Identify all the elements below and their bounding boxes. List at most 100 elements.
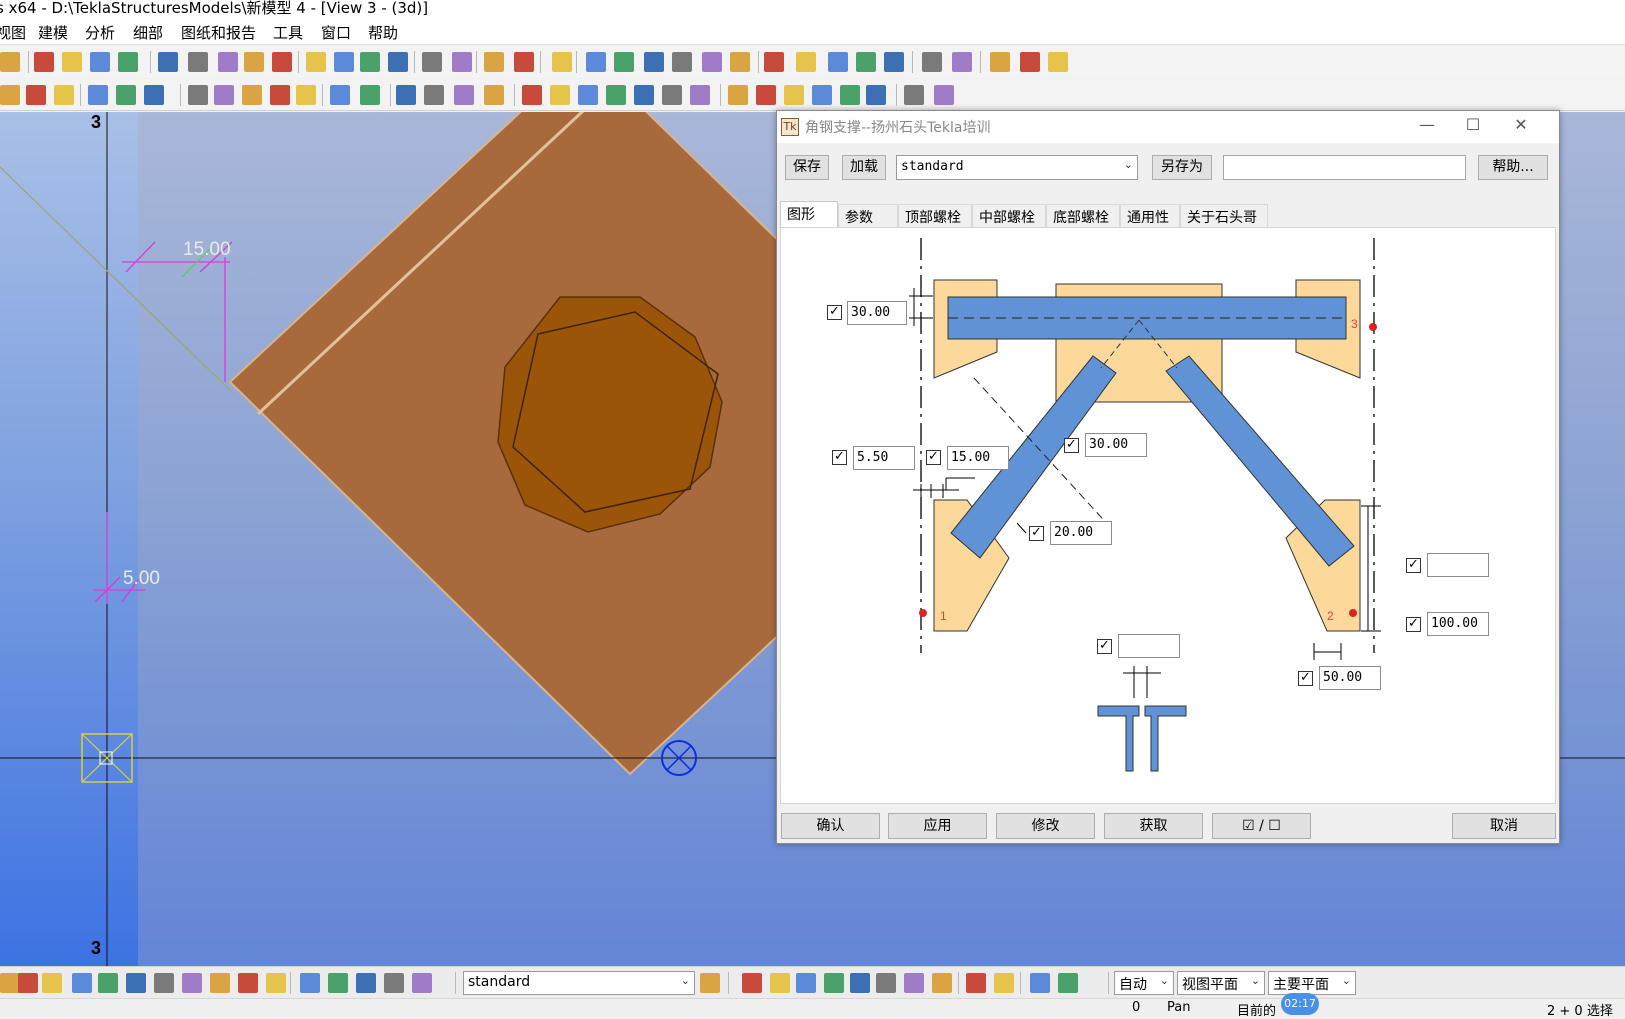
toolbar-tool-icon[interactable]: [88, 85, 108, 105]
toolbar-tool-icon[interactable]: [384, 973, 404, 993]
toggle-all-button[interactable]: ☑ / ☐: [1212, 813, 1311, 839]
toolbar-tool-icon[interactable]: [966, 973, 986, 993]
toolbar-tool-icon[interactable]: [452, 52, 472, 72]
center-gap-field[interactable]: 30.00: [1085, 433, 1147, 457]
toolbar-tool-icon[interactable]: [188, 85, 208, 105]
tab-bottom-bolts[interactable]: 底部螺栓: [1046, 204, 1120, 227]
toolbar-tool-icon[interactable]: [614, 52, 634, 72]
toolbar-tool-icon[interactable]: [606, 85, 626, 105]
toolbar-tool-icon[interactable]: [550, 85, 570, 105]
toolbar-tool-icon[interactable]: [1048, 52, 1068, 72]
toolbar-tool-icon[interactable]: [118, 52, 138, 72]
toolbar-tool-icon[interactable]: [934, 85, 954, 105]
cancel-button[interactable]: 取消: [1452, 813, 1556, 839]
view-plane-select[interactable]: 视图平面 ⌄: [1177, 971, 1265, 995]
menu-detail[interactable]: 细部: [133, 22, 163, 43]
toolbar-tool-icon[interactable]: [876, 973, 896, 993]
toolbar-tool-icon[interactable]: [62, 52, 82, 72]
toolbar-tool-icon[interactable]: [994, 973, 1014, 993]
top-offset-field[interactable]: 30.00: [847, 301, 907, 325]
maximize-icon[interactable]: ☐: [1453, 115, 1493, 139]
toolbar-tool-icon[interactable]: [300, 973, 320, 993]
toolbar-tool-icon[interactable]: [218, 52, 238, 72]
modify-button[interactable]: 修改: [996, 813, 1095, 839]
tab-parameters[interactable]: 参数: [838, 204, 898, 227]
tab-about[interactable]: 关于石头哥: [1180, 204, 1268, 227]
toolbar-tool-icon[interactable]: [1020, 52, 1040, 72]
save-button[interactable]: 保存: [785, 155, 829, 180]
toolbar-tool-icon[interactable]: [784, 85, 804, 105]
toolbar-tool-icon[interactable]: [154, 973, 174, 993]
toolbar-tool-icon[interactable]: [18, 973, 38, 993]
toolbar-tool-icon[interactable]: [158, 52, 178, 72]
toolbar-tool-icon[interactable]: [424, 85, 444, 105]
toolbar-tool-icon[interactable]: [1058, 973, 1078, 993]
menu-tools[interactable]: 工具: [273, 22, 303, 43]
toolbar-tool-icon[interactable]: [238, 973, 258, 993]
toolbar-tool-icon[interactable]: [728, 85, 748, 105]
tab-top-bolts[interactable]: 顶部螺栓: [898, 204, 972, 227]
bottom-right-field[interactable]: 50.00: [1319, 666, 1381, 690]
help-button[interactable]: 帮助...: [1478, 155, 1548, 180]
tab-graphics[interactable]: 图形: [780, 201, 838, 228]
toolbar-tool-icon[interactable]: [952, 52, 972, 72]
bottom-right-checkbox[interactable]: ✓: [1298, 671, 1313, 686]
apply-button[interactable]: 应用: [888, 813, 987, 839]
left-a-field[interactable]: 5.50: [853, 446, 915, 470]
save-as-name-input[interactable]: [1223, 155, 1466, 180]
dialog-titlebar[interactable]: Tk 角钢支撑--扬州石头Tekla培训 — ☐ ✕: [777, 111, 1559, 143]
menu-analysis[interactable]: 分析: [85, 22, 115, 43]
toolbar-tool-icon[interactable]: [932, 973, 952, 993]
toolbar-tool-icon[interactable]: [116, 85, 136, 105]
lower-left-field[interactable]: 20.00: [1050, 521, 1112, 545]
toolbar-tool-icon[interactable]: [812, 85, 832, 105]
toolbar-tool-icon[interactable]: [214, 85, 234, 105]
toolbar-tool-icon[interactable]: [296, 85, 316, 105]
toolbar-tool-icon[interactable]: [922, 52, 942, 72]
toolbar-tool-icon[interactable]: [742, 973, 762, 993]
toolbar-tool-icon[interactable]: [334, 52, 354, 72]
toolbar-tool-icon[interactable]: [360, 52, 380, 72]
toolbar-tool-icon[interactable]: [856, 52, 876, 72]
toolbar-tool-icon[interactable]: [866, 85, 886, 105]
load-button[interactable]: 加载: [842, 155, 886, 180]
toolbar-tool-icon[interactable]: [360, 85, 380, 105]
ok-button[interactable]: 确认: [781, 813, 880, 839]
menu-window[interactable]: 窗口: [321, 22, 351, 43]
toolbar-tool-icon[interactable]: [552, 52, 572, 72]
toolbar-tool-icon[interactable]: [840, 85, 860, 105]
main-plane-select[interactable]: 主要平面 ⌄: [1268, 971, 1356, 995]
toolbar-tool-icon[interactable]: [730, 52, 750, 72]
toolbar-tool-icon[interactable]: [412, 973, 432, 993]
toolbar-tool-icon[interactable]: [884, 52, 904, 72]
right-upper-checkbox[interactable]: ✓: [1406, 558, 1421, 573]
toolbar-tool-icon[interactable]: [182, 973, 202, 993]
toolbar-tool-icon[interactable]: [0, 973, 20, 993]
left-b-field[interactable]: 15.00: [947, 446, 1009, 470]
toolbar-tool-icon[interactable]: [484, 52, 504, 72]
toolbar-tool-icon[interactable]: [396, 85, 416, 105]
toolbar-tool-icon[interactable]: [990, 52, 1010, 72]
toolbar-tool-icon[interactable]: [188, 52, 208, 72]
toolbar-tool-icon[interactable]: [1030, 973, 1050, 993]
menu-drawings-reports[interactable]: 图纸和报告: [181, 22, 256, 43]
toolbar-tool-icon[interactable]: [210, 973, 230, 993]
toolbar-tool-icon[interactable]: [270, 85, 290, 105]
toolbar-tool-icon[interactable]: [796, 52, 816, 72]
snap-depth-select[interactable]: 自动 ⌄: [1114, 971, 1174, 995]
bottom-center-field[interactable]: [1118, 634, 1180, 658]
menu-help[interactable]: 帮助: [368, 22, 398, 43]
right-lower-checkbox[interactable]: ✓: [1406, 617, 1421, 632]
preset-select[interactable]: standard ⌄: [896, 155, 1138, 180]
selection-filter-select[interactable]: standard ⌄: [463, 971, 695, 995]
toolbar-tool-icon[interactable]: [764, 52, 784, 72]
left-b-checkbox[interactable]: ✓: [926, 450, 941, 465]
toolbar-tool-icon[interactable]: [0, 52, 20, 72]
toolbar-tool-icon[interactable]: [514, 52, 534, 72]
tab-middle-bolts[interactable]: 中部螺栓: [972, 204, 1046, 227]
toolbar-tool-icon[interactable]: [690, 85, 710, 105]
left-a-checkbox[interactable]: ✓: [832, 450, 847, 465]
save-as-button[interactable]: 另存为: [1152, 155, 1212, 180]
toolbar-tool-icon[interactable]: [662, 85, 682, 105]
toolbar-tool-icon[interactable]: [26, 85, 46, 105]
